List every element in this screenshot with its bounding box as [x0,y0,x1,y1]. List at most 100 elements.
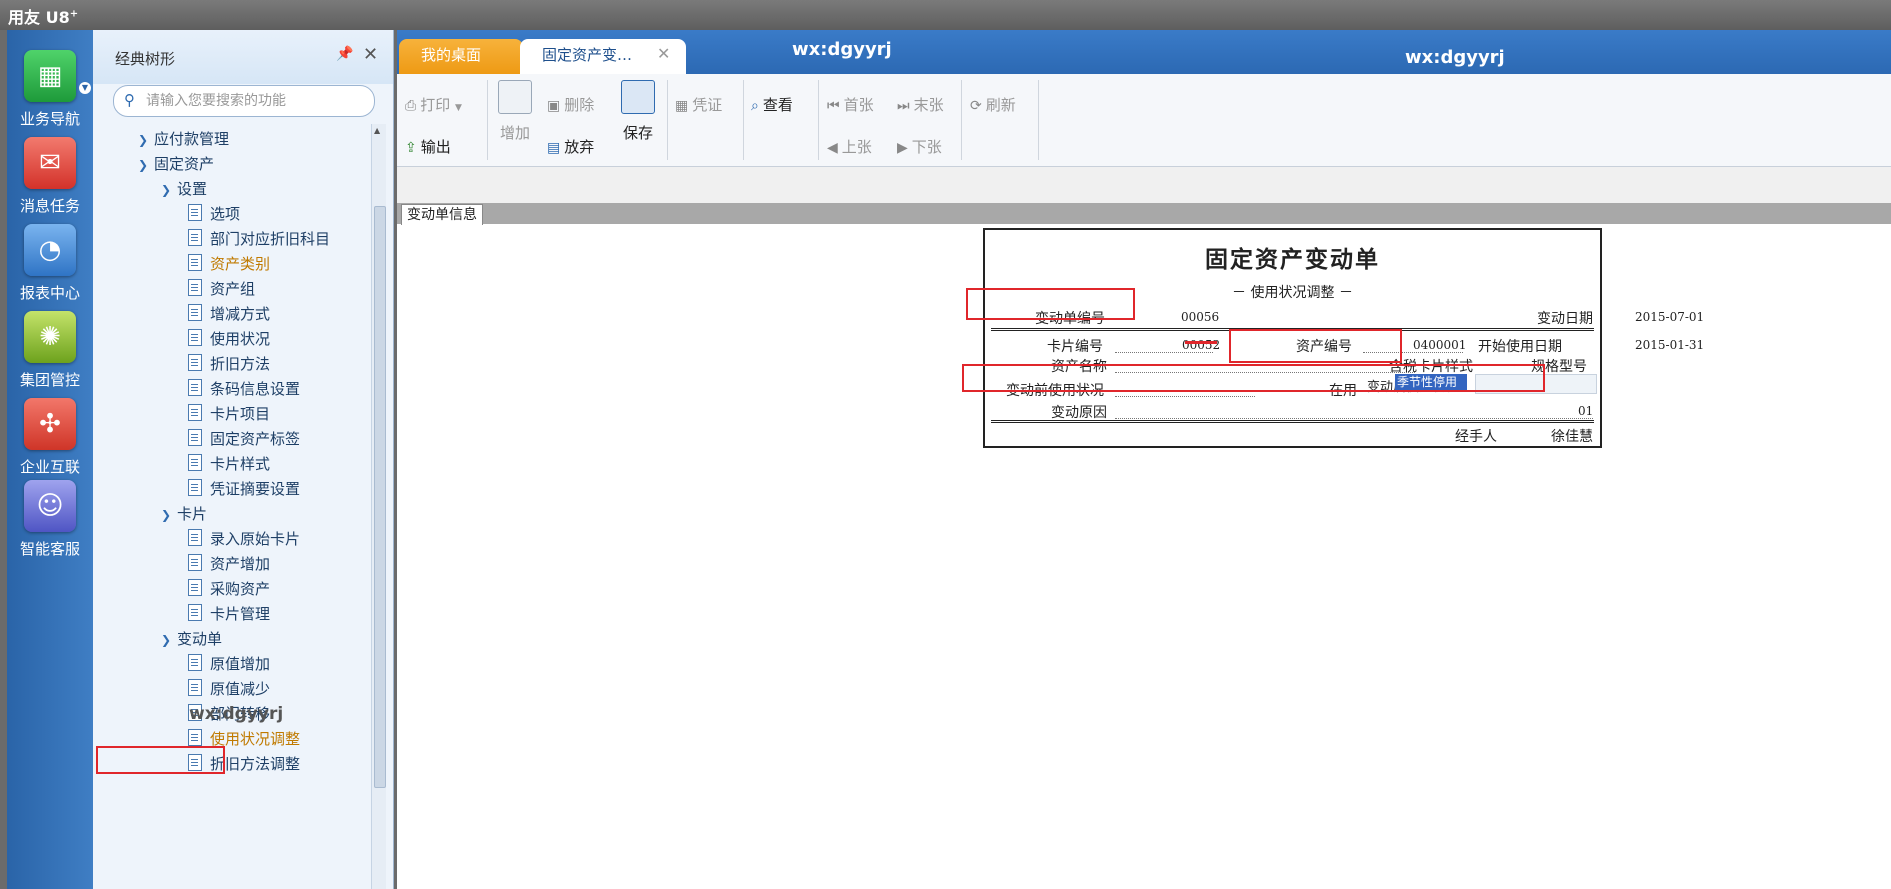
tree-leaf[interactable]: 资产类别 [188,251,270,277]
chevron-down-icon: ❯ [138,158,149,172]
discard-button[interactable]: ▤ 放弃 [547,136,594,157]
tree-node[interactable]: ❯ 变动单 [161,626,222,652]
first-icon: ⏮ [827,98,840,114]
nav-service[interactable]: ☺ 智能客服 [7,480,93,559]
save-button[interactable]: 保存 [618,80,658,143]
close-icon[interactable]: ✕ [363,44,378,65]
start-date-label: 开始使用日期 [1478,339,1562,355]
highlight-box [966,288,1135,320]
tree-node[interactable]: ❯ 设置 [161,176,207,202]
export-button[interactable]: ⇪ 输出 [405,136,451,157]
last-icon: ⏭ [897,98,910,114]
refresh-button[interactable]: ⟳ 刷新 [970,94,1016,115]
tree-node[interactable]: ❯ 固定资产 [138,151,214,177]
reason-field[interactable] [1115,418,1593,419]
prev-icon: ◀ [827,140,838,156]
tree-leaf[interactable]: 采购资产 [188,576,270,602]
reason-value[interactable]: 01 [1578,404,1593,418]
tab-desktop[interactable]: 我的桌面 [399,39,523,74]
tree-list: ❯ 应付款管理 ❯ 固定资产 ❯ 设置 选项 部门对应折旧科目 资产类别 资产组 增减… [93,124,369,889]
toolbar: ⎙ 打印 ▼ ⇪ 输出 增加 ▣ 删除 ▤ 放弃 保存 ▦ 凭证 ⌕ 查看 ⏮ 首张 ⏭ 末张 … [397,74,1891,167]
search-input[interactable] [144,89,368,113]
handler-label: 经手人 [1455,429,1497,445]
print-button[interactable]: ⎙ 打印 ▼ [405,94,462,115]
nav-label: 企业互联 [19,458,80,476]
nav-group[interactable]: ✺ 集团管控 [7,311,93,390]
tree-leaf[interactable]: 原值减少 [188,676,270,702]
tree-leaf[interactable]: 增减方式 [188,301,270,327]
search-box[interactable]: ⚲ [113,85,375,117]
nav-enterprise[interactable]: ✣ 企业互联 [7,398,93,477]
add-icon [498,80,532,114]
nav-message[interactable]: ✉ 消息任务 [7,137,93,216]
view-icon: ⌕ [751,98,759,114]
scroll-up-icon[interactable]: ▲ [374,126,380,135]
chevron-down-icon: ❯ [161,508,172,522]
document-icon [188,454,202,471]
tree-leaf[interactable]: 固定资产标签 [188,426,300,452]
tree-scrollbar[interactable]: ▲ [371,124,386,889]
tree-node[interactable]: ❯ 卡片 [161,501,207,527]
separator [818,80,819,160]
next-button[interactable]: ▶ 下张 [897,136,942,157]
last-button[interactable]: ⏭ 末张 [897,94,944,115]
separator [487,80,488,160]
next-icon: ▶ [897,140,908,156]
add-button[interactable]: 增加 [495,80,535,143]
tree-leaf[interactable]: 原值增加 [188,651,270,677]
nav-business[interactable]: ▦ ▼ 业务导航 [7,50,93,129]
view-button[interactable]: ⌕ 查看 [751,94,793,115]
refresh-icon: ⟳ [970,98,982,114]
tree-leaf[interactable]: 凭证摘要设置 [188,476,300,502]
document-icon [188,729,202,746]
chevron-down-icon: ❯ [161,183,172,197]
chevron-down-icon[interactable]: ▼ [455,103,462,113]
nav-label: 业务导航 [19,110,80,128]
title-bar: 用友 U8+ [0,0,1891,30]
tab-change-info[interactable]: 变动单信息 [401,204,483,225]
save-icon [621,80,655,114]
pin-icon[interactable]: 📌 [336,46,353,62]
nav-report[interactable]: ◔ 报表中心 [7,224,93,303]
tree-leaf[interactable]: 卡片项目 [188,401,270,427]
document-icon [188,604,202,621]
tree-leaf[interactable]: 资产增加 [188,551,270,577]
tree-leaf[interactable]: 部门对应折旧科目 [188,226,330,252]
tree-leaf[interactable]: 录入原始卡片 [188,526,300,552]
document-icon [188,304,202,321]
scroll-thumb[interactable] [374,206,386,788]
start-date-value[interactable]: 2015-01-31 [1635,338,1704,352]
delete-icon: ▣ [547,98,561,114]
document-icon [188,254,202,271]
group-control-icon: ✺ [24,311,76,363]
change-no-value: 00056 [1181,310,1220,324]
tree-leaf[interactable]: 卡片管理 [188,601,270,627]
document-icon [188,204,202,221]
tree-node[interactable]: ❯ 应付款管理 [138,126,229,152]
search-icon: ⚲ [124,91,135,109]
tree-leaf[interactable]: 选项 [188,201,240,227]
tree-leaf[interactable]: 使用状况 [188,326,270,352]
chevron-down-icon[interactable]: ▼ [79,82,91,94]
first-button[interactable]: ⏮ 首张 [827,94,874,115]
document-icon [188,479,202,496]
tree-leaf[interactable]: 条码信息设置 [188,376,300,402]
main-area: 我的桌面 固定资产变… ✕ wx:dgyyrj wx:dgyyrj ⎙ 打印 ▼ … [397,30,1891,889]
info-tab-bar: 变动单信息 [397,203,1891,225]
tree-leaf[interactable]: 折旧方法 [188,351,270,377]
separator [1038,80,1039,160]
asset-no-value[interactable]: 0400001 [1413,338,1466,352]
voucher-button[interactable]: ▦ 凭证 [675,94,722,115]
close-icon[interactable]: ✕ [657,44,670,63]
document-icon [188,579,202,596]
nav-label: 报表中心 [19,284,80,302]
change-date-value: 2015-07-01 [1635,310,1705,324]
nav-label: 消息任务 [19,197,80,215]
prev-button[interactable]: ◀ 上张 [827,136,872,157]
document-icon [188,554,202,571]
tree-leaf[interactable]: 资产组 [188,276,255,302]
tree-panel: 经典树形 📌 ✕ ⚲ ❯应付款管理 ❯固定资产 ❯设置 选项 部门对应折旧科目 … [93,30,394,889]
tree-leaf[interactable]: 卡片样式 [188,451,270,477]
delete-button[interactable]: ▣ 删除 [547,94,594,115]
left-nav: ▦ ▼ 业务导航 ✉ 消息任务 ◔ 报表中心 ✺ 集团管控 ✣ 企业互联 ☺ 智… [7,30,93,889]
